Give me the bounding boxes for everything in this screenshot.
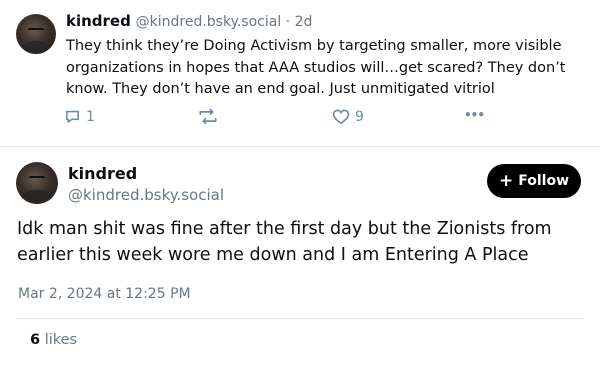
heart-icon — [332, 108, 350, 125]
reply-icon — [64, 108, 81, 125]
repost-button[interactable] — [198, 108, 218, 125]
follow-button[interactable]: + Follow — [487, 164, 581, 198]
follow-label: Follow — [518, 173, 569, 189]
likes-summary[interactable]: 6 likes — [30, 332, 77, 348]
main-author-avatar[interactable] — [16, 162, 58, 204]
like-count: 9 — [355, 108, 364, 125]
post-timestamp[interactable]: Mar 2, 2024 at 12:25 PM — [18, 286, 191, 302]
likes-divider — [16, 318, 584, 319]
repost-icon — [198, 108, 218, 125]
reply-button[interactable]: 1 — [64, 108, 95, 125]
main-author-name[interactable]: kindred — [68, 164, 137, 183]
reply-header: kindred @kindred.bsky.social · 2d — [66, 12, 312, 30]
main-post-text: Idk man shit was fine after the first da… — [17, 219, 552, 265]
plus-icon: + — [498, 170, 514, 191]
reply-handle-time[interactable]: @kindred.bsky.social · 2d — [136, 14, 313, 30]
more-options-button[interactable]: ••• — [464, 108, 485, 122]
more-icon: ••• — [464, 108, 485, 122]
likes-label: likes — [44, 332, 78, 348]
main-author-handle[interactable]: @kindred.bsky.social — [68, 186, 224, 204]
reply-count: 1 — [86, 108, 95, 125]
reply-author-avatar[interactable] — [16, 14, 56, 54]
reply-author-name[interactable]: kindred — [66, 12, 131, 30]
like-button[interactable]: 9 — [332, 108, 364, 125]
reply-text: They think they’re Doing Activism by tar… — [66, 38, 566, 97]
likes-count: 6 — [30, 332, 41, 348]
post-divider — [0, 146, 600, 147]
